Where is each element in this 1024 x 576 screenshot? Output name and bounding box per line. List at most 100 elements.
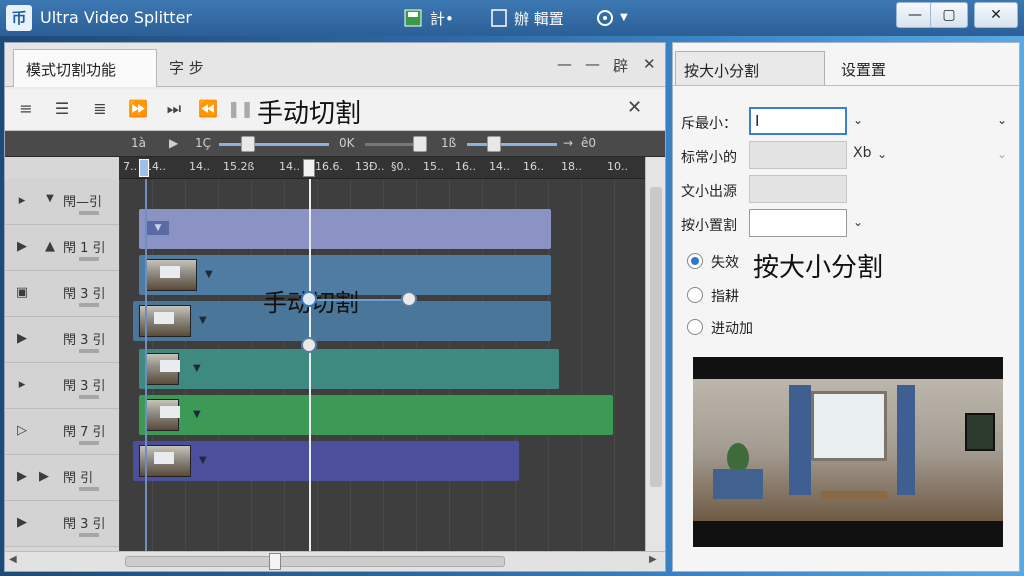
minimize-button[interactable]: — <box>896 2 934 28</box>
tab-close-button[interactable]: ✕ <box>643 55 656 73</box>
fast-forward-icon[interactable]: ⏩ <box>127 99 149 118</box>
clip[interactable]: ▼ <box>133 441 519 481</box>
menu-icon[interactable]: ≣ <box>89 99 111 118</box>
tab-control-1[interactable]: — <box>557 55 572 73</box>
radio-button-checked[interactable] <box>687 253 703 269</box>
ruler-tick: 15.2ß <box>223 160 255 173</box>
field-row: 文小出源 <box>681 175 1015 205</box>
radio-label: 指耕 <box>711 289 739 305</box>
timeline-horizontal-scrollbar[interactable]: ◀ ▶ <box>5 551 665 571</box>
track-header[interactable]: ▶ ▶ 閇 引 <box>5 455 119 501</box>
scroll-right-icon[interactable]: ▶ <box>649 554 657 565</box>
track-play-icon[interactable]: ▶ <box>13 331 31 346</box>
play-small-icon[interactable]: ▶ <box>169 136 178 150</box>
align-left-icon[interactable]: ≡ <box>15 99 37 118</box>
clip[interactable]: ▼ <box>139 395 613 435</box>
playhead-start-handle[interactable] <box>139 159 149 177</box>
tab-second[interactable]: 字 步 <box>169 57 204 78</box>
app-logo: 币 <box>6 5 32 31</box>
track-play-icon[interactable]: ▶ <box>13 239 31 254</box>
split-marker-line[interactable] <box>309 179 311 551</box>
split-handle-secondary[interactable] <box>301 337 317 353</box>
track-header[interactable]: ▶ ▲ 閇 1 引 <box>5 225 119 271</box>
ruler-tick: 18.. <box>561 160 582 173</box>
clip-caret-icon[interactable]: ▼ <box>193 409 201 420</box>
tab-control-3[interactable]: 辟 <box>613 55 628 76</box>
save-icon[interactable] <box>404 9 422 27</box>
scrollbar-knob[interactable] <box>269 553 281 570</box>
settings-icon[interactable] <box>596 9 614 27</box>
timeline-slider-3[interactable] <box>467 143 557 146</box>
clip[interactable]: ▼ <box>139 209 551 249</box>
chevron-down-icon[interactable]: ⌄ <box>997 113 1007 127</box>
track-header[interactable]: ▸ ▼ 閇—引 <box>5 179 119 225</box>
clip-caret-icon[interactable]: ▼ <box>199 455 207 466</box>
field-label: 文小出源 <box>681 184 737 200</box>
video-preview[interactable] <box>693 357 1003 547</box>
tab-mode-split[interactable]: 模式切割功能 <box>13 49 157 87</box>
scrollbar-thumb[interactable] <box>650 187 662 487</box>
timeline-slider-1[interactable] <box>219 143 329 146</box>
timeline-slider-3-knob[interactable] <box>487 136 501 152</box>
chevron-down-icon[interactable]: ⌄ <box>877 147 887 161</box>
scroll-left-icon[interactable]: ◀ <box>9 554 17 565</box>
unit-input[interactable] <box>749 141 847 169</box>
settings-dropdown-icon[interactable]: ▼ <box>620 12 628 23</box>
track-header[interactable]: ▶ 閇 3 引 <box>5 501 119 547</box>
track-header[interactable]: ▣ 閇 3 引 <box>5 271 119 317</box>
clip-caret-icon[interactable]: ▼ <box>193 363 201 374</box>
track-area[interactable]: ▼ ▼ ▼ ▼ ▼ ▼ 手动切割 <box>119 179 645 551</box>
skip-forward-icon[interactable]: ⏭ <box>163 99 185 119</box>
time-ruler[interactable]: 7.. 14.. 14.. 15.2ß 14.. 16.6. 13Ð.. §0.… <box>119 157 645 179</box>
split-handle[interactable] <box>301 291 317 307</box>
tab-split-by-size[interactable]: 按大小分割 <box>675 51 825 85</box>
track-screen-icon[interactable]: ▣ <box>13 285 31 300</box>
track-label: 閇—引 <box>63 195 103 210</box>
chevron-down-icon[interactable]: ⌄ <box>853 113 863 127</box>
track-header[interactable]: ▷ 閇 7 引 <box>5 409 119 455</box>
timeline-control-3: 0K <box>339 136 355 150</box>
clip[interactable]: ▼ <box>139 349 559 389</box>
menu-item-2[interactable]: 辦 輯置 <box>514 8 564 29</box>
track-play-icon[interactable]: ▶ <box>13 469 31 484</box>
maximize-button[interactable]: ▢ <box>930 2 968 28</box>
scrollbar-thumb[interactable] <box>125 556 505 567</box>
field-label: 斥最小： <box>681 116 737 132</box>
radio-button[interactable] <box>687 287 703 303</box>
track-header[interactable]: ▸ 閇 3 引 <box>5 363 119 409</box>
tab-divider <box>673 85 1019 86</box>
track-play-icon[interactable]: ▶ <box>13 515 31 530</box>
close-button[interactable]: ✕ <box>974 2 1018 28</box>
track-play-icon[interactable]: ▸ <box>13 377 31 392</box>
document-icon[interactable] <box>490 9 508 27</box>
tab-settings[interactable]: 设置置 <box>833 51 953 85</box>
clip-menu-icon[interactable]: ▼ <box>147 221 169 235</box>
list-icon[interactable]: ☰ <box>51 99 73 118</box>
timeline-slider-1-knob[interactable] <box>241 136 255 152</box>
timeline-control-4: 1ß <box>441 136 457 150</box>
ruler-tick: 15.. <box>423 160 444 173</box>
clip-caret-icon[interactable]: ▼ <box>199 315 207 326</box>
radio-button[interactable] <box>687 319 703 335</box>
rewind-icon[interactable]: ⏪ <box>197 99 219 118</box>
split-marker-handle[interactable] <box>303 159 315 177</box>
timeline-vertical-scrollbar[interactable] <box>645 157 665 551</box>
track-play-icon[interactable]: ▸ <box>13 193 31 208</box>
split-size-input[interactable] <box>749 209 847 237</box>
chevron-down-icon[interactable]: ⌄ <box>853 215 863 229</box>
expand-icon[interactable]: ▼ <box>41 193 59 204</box>
timeline-control-5: ê0 <box>581 136 597 150</box>
track-play-icon-2[interactable]: ▶ <box>35 469 53 484</box>
toolbar-close-button[interactable]: ✕ <box>627 97 642 118</box>
split-end-handle[interactable] <box>401 291 417 307</box>
timeline-slider-2-knob[interactable] <box>413 136 427 152</box>
tab-control-2[interactable]: — <box>585 55 600 73</box>
track-header[interactable]: ▶ 閇 3 引 <box>5 317 119 363</box>
clip-caret-icon[interactable]: ▼ <box>205 269 213 280</box>
track-play-icon[interactable]: ▷ <box>13 423 31 438</box>
menu-item-1[interactable]: 計• <box>430 8 454 29</box>
pause-icon[interactable]: ❚❚ <box>227 99 254 118</box>
output-input[interactable] <box>749 175 847 203</box>
size-input[interactable]: Ⅰ <box>749 107 847 135</box>
playhead-start[interactable] <box>145 179 147 551</box>
